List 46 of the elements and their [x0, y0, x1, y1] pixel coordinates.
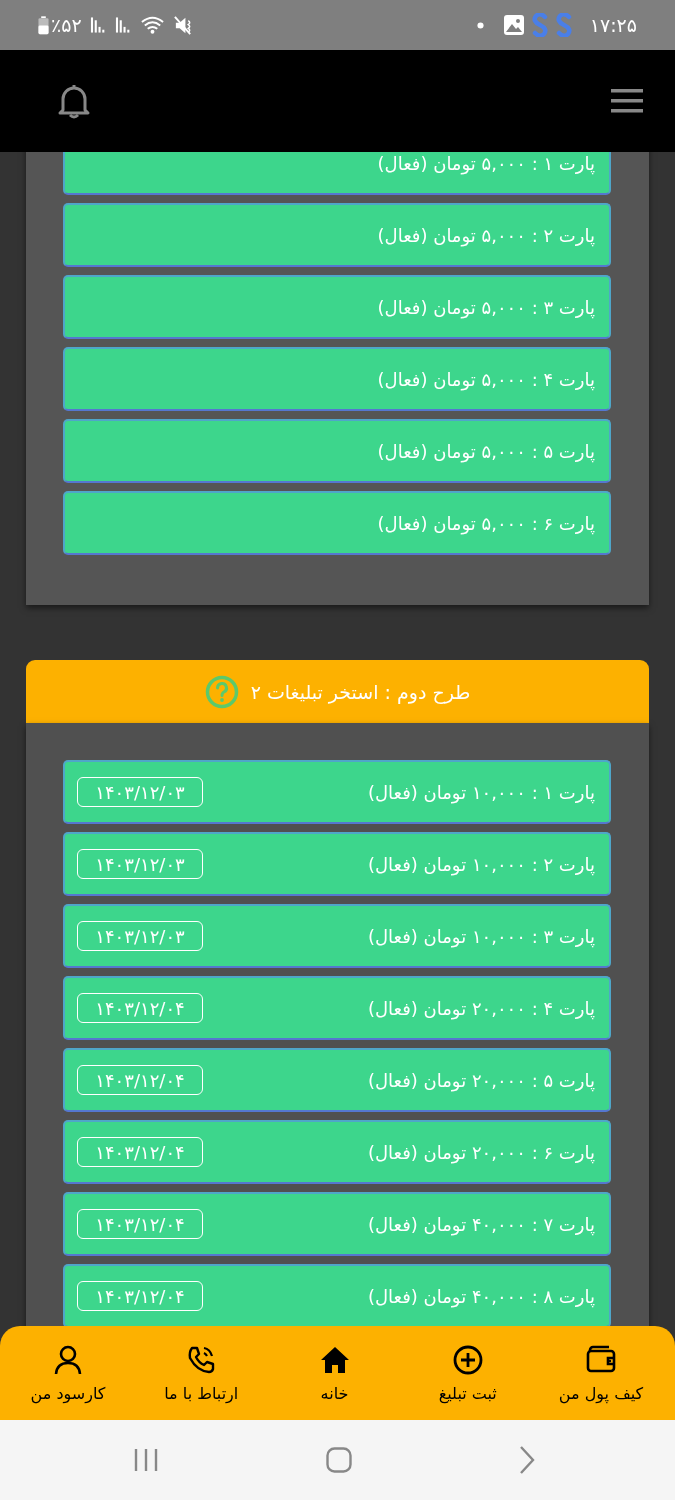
part-label: پارت ۱ : ۵,۰۰۰ تومان (فعال)	[377, 152, 595, 174]
date-badge: ۱۴۰۳/۱۲/۰۳	[77, 777, 203, 807]
date-badge: ۱۴۰۳/۱۲/۰۳	[77, 849, 203, 879]
part-label: پارت ۳ : ۱۰,۰۰۰ تومان (فعال)	[367, 925, 595, 947]
part-label: پارت ۷ : ۴۰,۰۰۰ تومان (فعال)	[367, 1213, 595, 1235]
dot-icon	[476, 21, 484, 29]
date-badge: ۱۴۰۳/۱۲/۰۴	[77, 993, 203, 1023]
notification-bell-icon[interactable]	[56, 82, 92, 120]
mute-icon	[172, 14, 194, 36]
part-label: پارت ۸ : ۴۰,۰۰۰ تومان (فعال)	[367, 1285, 595, 1307]
home-button-icon[interactable]	[326, 1447, 352, 1473]
part-label: پارت ۵ : ۵,۰۰۰ تومان (فعال)	[377, 440, 595, 462]
part-label: پارت ۵ : ۲۰,۰۰۰ تومان (فعال)	[367, 1069, 595, 1091]
date-badge: ۱۴۰۳/۱۲/۰۴	[77, 1209, 203, 1239]
add-circle-icon	[451, 1343, 484, 1376]
user-icon	[52, 1343, 84, 1376]
signal-icon	[89, 16, 107, 34]
nav-tab[interactable]: ثبت تبلیغ	[413, 1339, 522, 1407]
s-logo-icon	[531, 13, 548, 37]
part-label: پارت ۴ : ۵,۰۰۰ تومان (فعال)	[377, 368, 595, 390]
nav-tab[interactable]: خانه	[280, 1339, 389, 1407]
nav-tab[interactable]: کارسود من	[14, 1339, 122, 1407]
recent-apps-icon[interactable]	[133, 1447, 159, 1473]
date-badge: ۱۴۰۳/۱۲/۰۴	[77, 1065, 203, 1095]
part-label: پارت ۶ : ۲۰,۰۰۰ تومان (فعال)	[367, 1141, 595, 1163]
wifi-icon	[139, 15, 165, 35]
nav-tab[interactable]: ارتباط با ما	[147, 1339, 256, 1407]
date-badge: ۱۴۰۳/۱۲/۰۴	[77, 1137, 203, 1167]
part-label: پارت ۱ : ۱۰,۰۰۰ تومان (فعال)	[367, 781, 595, 803]
part-label: پارت ۲ : ۱۰,۰۰۰ تومان (فعال)	[367, 853, 595, 875]
back-chevron-icon[interactable]	[519, 1445, 535, 1475]
signal-icon	[114, 16, 132, 34]
part-label: پارت ۴ : ۲۰,۰۰۰ تومان (فعال)	[367, 997, 595, 1019]
image-icon	[503, 15, 524, 35]
plan-title: طرح دوم : استخر تبلیغات ۲	[250, 680, 471, 703]
part-label: پارت ۶ : ۵,۰۰۰ تومان (فعال)	[377, 512, 595, 534]
part-label: پارت ۳ : ۵,۰۰۰ تومان (فعال)	[377, 296, 595, 318]
nav-tab[interactable]: کیف پول من	[547, 1339, 655, 1407]
s-logo-icon	[555, 13, 572, 37]
part-label: پارت ۲ : ۵,۰۰۰ تومان (فعال)	[377, 224, 595, 246]
battery-level: ٪۵۲	[51, 14, 82, 36]
battery-icon	[38, 15, 49, 35]
date-badge: ۱۴۰۳/۱۲/۰۴	[77, 1281, 203, 1311]
status-time: ۱۷:۲۵	[589, 14, 637, 36]
menu-icon[interactable]	[611, 88, 643, 114]
date-badge: ۱۴۰۳/۱۲/۰۳	[77, 921, 203, 951]
